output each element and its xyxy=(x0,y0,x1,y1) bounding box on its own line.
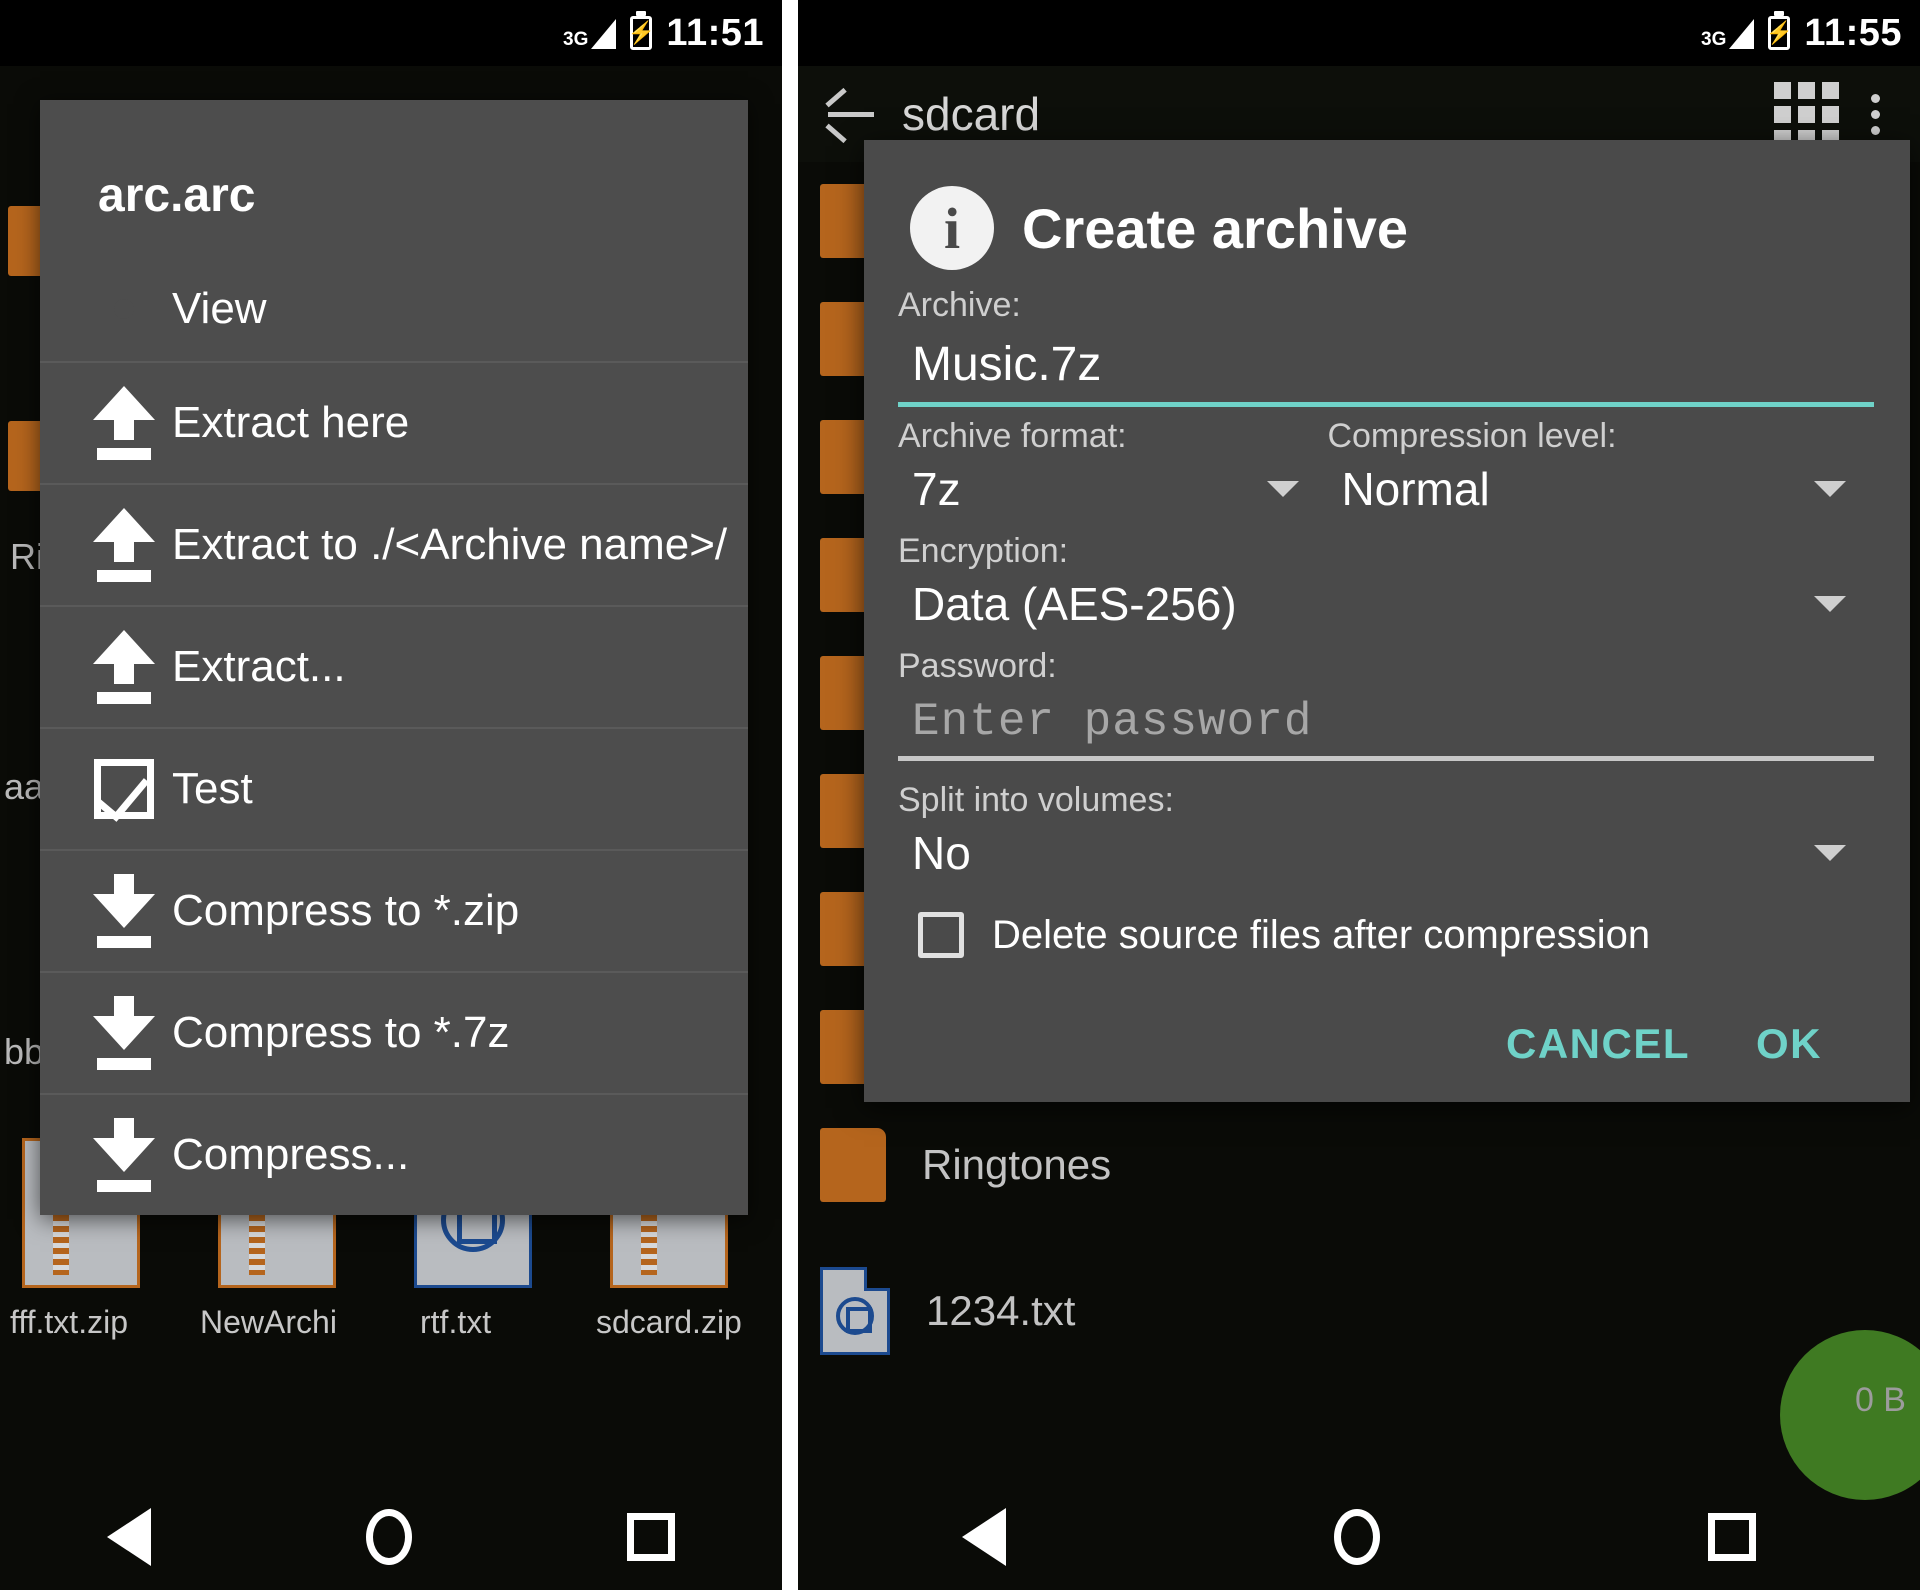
arrow-down-icon xyxy=(76,874,172,948)
left-status-bar: 3G ⚡ 11:51 xyxy=(0,0,782,66)
format-compression-row: Archive format: 7z Compression level: No… xyxy=(898,407,1874,522)
compression-level-value: Normal xyxy=(1341,463,1490,515)
chevron-down-icon xyxy=(1814,845,1846,861)
menu-item-extract-to-archive-name[interactable]: Extract to ./<Archive name>/ xyxy=(40,483,748,605)
screenshot-stage: Rin aa bb fff.txt.zip NewArchi rtf.txt s… xyxy=(0,0,1920,1590)
bg-partial-label: aa xyxy=(4,766,45,807)
chevron-down-icon xyxy=(1813,481,1846,497)
more-vertical-icon[interactable] xyxy=(1865,93,1896,135)
dialog-body: Archive: Music.7z Archive format: 7z Com… xyxy=(864,286,1910,1076)
back-arrow-icon[interactable] xyxy=(822,87,876,144)
grid-view-icon[interactable] xyxy=(1774,81,1839,147)
dialog-header: i Create archive xyxy=(864,140,1910,276)
create-archive-dialog: i Create archive Archive: Music.7z Archi… xyxy=(864,140,1910,1102)
checkbox-unchecked-icon[interactable] xyxy=(918,912,964,958)
clock-label: 11:51 xyxy=(666,11,764,54)
menu-item-label: Test xyxy=(172,764,253,813)
arrow-down-icon xyxy=(76,996,172,1070)
breadcrumb: sdcard xyxy=(902,88,1041,140)
archive-name-input[interactable]: Music.7z xyxy=(898,325,1874,400)
ok-button[interactable]: OK xyxy=(1756,1020,1822,1068)
arrow-up-icon xyxy=(76,630,172,704)
folder-icon xyxy=(820,1128,886,1202)
list-item-label: 1234.txt xyxy=(926,1287,1076,1334)
chevron-down-icon xyxy=(1267,481,1300,497)
archive-format-label: Archive format: xyxy=(898,417,1127,455)
menu-item-test[interactable]: Test xyxy=(40,727,748,849)
menu-item-label: Compress to *.zip xyxy=(172,886,520,935)
menu-item-label: Extract to ./<Archive name>/ xyxy=(172,520,728,569)
dialog-button-row: CANCEL OK xyxy=(898,964,1874,1076)
encryption-value: Data (AES-256) xyxy=(912,578,1237,630)
file-caption: NewArchi xyxy=(200,1304,337,1340)
arrow-down-icon xyxy=(76,1118,172,1192)
menu-item-extract-here[interactable]: Extract here xyxy=(40,361,748,483)
menu-item-compress-7z[interactable]: Compress to *.7z xyxy=(40,971,748,1093)
password-label: Password: xyxy=(898,647,1057,685)
archive-format-value: 7z xyxy=(912,463,961,515)
menu-item-label: Compress... xyxy=(172,1130,410,1179)
split-volumes-label: Split into volumes: xyxy=(898,781,1174,819)
archive-format-select[interactable]: 7z xyxy=(898,456,1327,522)
password-input[interactable]: Enter password xyxy=(898,686,1874,754)
chevron-down-icon xyxy=(1814,596,1846,612)
network-type-label: 3G xyxy=(563,28,589,50)
encryption-select[interactable]: Data (AES-256) xyxy=(898,571,1874,637)
password-underline xyxy=(898,756,1874,761)
battery-charging-icon: ⚡ xyxy=(1766,16,1793,50)
menu-item-label: Extract here xyxy=(172,398,410,447)
compression-level-select[interactable]: Normal xyxy=(1327,456,1874,522)
file-caption: rtf.txt xyxy=(420,1304,492,1340)
list-item-1234-txt[interactable]: 1234.txt xyxy=(798,1252,1920,1370)
compression-level-label: Compression level: xyxy=(1327,417,1617,455)
bg-partial-label: bb xyxy=(4,1031,45,1072)
archive-name-label: Archive: xyxy=(898,286,1021,324)
context-menu-popup: arc.arc View Extract here Extract to ./<… xyxy=(40,100,748,1215)
cancel-button[interactable]: CANCEL xyxy=(1506,1020,1690,1068)
menu-item-compress-zip[interactable]: Compress to *.zip xyxy=(40,849,748,971)
arrow-up-icon xyxy=(76,386,172,460)
delete-source-files-label: Delete source files after compression xyxy=(992,912,1651,957)
info-icon: i xyxy=(910,186,994,270)
list-item-label: Ringtones xyxy=(922,1141,1112,1188)
right-status-bar: 3G ⚡ 11:55 xyxy=(798,0,1920,66)
dialog-title: Create archive xyxy=(1022,196,1409,260)
menu-item-compress-dialog[interactable]: Compress... xyxy=(40,1093,748,1215)
network-type-label: 3G xyxy=(1701,28,1727,50)
arrow-up-icon xyxy=(76,508,172,582)
menu-item-label: Extract... xyxy=(172,642,346,691)
signal-icon: 3G xyxy=(563,18,617,50)
signal-icon: 3G xyxy=(1701,18,1755,50)
panel-divider xyxy=(782,0,798,1590)
checkbox-check-icon xyxy=(76,759,172,819)
file-caption: fff.txt.zip xyxy=(10,1304,128,1340)
text-file-icon xyxy=(820,1267,890,1355)
split-volumes-select[interactable]: No xyxy=(898,820,1874,886)
battery-charging-icon: ⚡ xyxy=(628,16,655,50)
encryption-label: Encryption: xyxy=(898,532,1069,570)
size-label: 0 B xyxy=(1854,1381,1906,1419)
list-item-ringtones[interactable]: Ringtones xyxy=(798,1106,1920,1224)
left-phone-screen: Rin aa bb fff.txt.zip NewArchi rtf.txt s… xyxy=(0,0,782,1590)
menu-item-label: Compress to *.7z xyxy=(172,1008,510,1057)
menu-item-label: View xyxy=(172,284,267,333)
menu-item-view[interactable]: View xyxy=(40,257,748,361)
clock-label: 11:55 xyxy=(1804,11,1902,54)
file-caption: sdcard.zip xyxy=(596,1304,742,1340)
delete-source-files-checkbox-row[interactable]: Delete source files after compression xyxy=(898,886,1874,964)
popup-title: arc.arc xyxy=(98,169,256,222)
menu-item-extract-dialog[interactable]: Extract... xyxy=(40,605,748,727)
right-phone-screen: sdcard Ringtones 1234.txt 0 B 3G ⚡ 11:55… xyxy=(798,0,1920,1590)
split-volumes-value: No xyxy=(912,827,971,879)
eye-icon xyxy=(76,288,172,330)
